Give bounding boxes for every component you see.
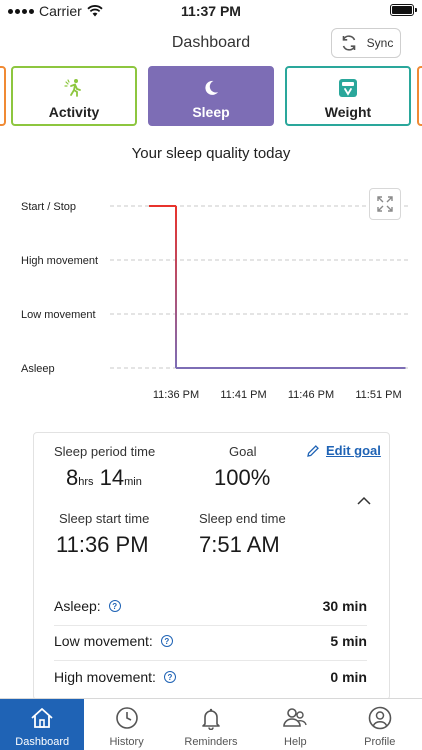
sleep-period-value: 8hrs 14min [66, 465, 142, 491]
tab-activity[interactable]: Activity [11, 66, 137, 126]
info-icon[interactable]: ? [108, 600, 121, 612]
tab-help[interactable]: Help [253, 699, 337, 750]
edit-goal-label: Edit goal [326, 443, 381, 458]
category-tabs: Activity Sleep Weight [0, 66, 422, 128]
sync-button[interactable]: Sync [331, 28, 401, 58]
sleep-start-value: 11:36 PM [56, 532, 149, 557]
expand-chart-button[interactable] [369, 188, 401, 220]
tab-reminders[interactable]: Reminders [169, 699, 253, 750]
sleep-period-label: Sleep period time [54, 444, 156, 459]
goal-label: Goal [229, 444, 257, 459]
low-movement-value: 5 min [330, 633, 367, 649]
high-movement-value: 0 min [330, 669, 367, 685]
y-tick-label: High movement [21, 255, 98, 267]
tab-profile-label: Profile [364, 736, 396, 748]
minutes-unit: min [124, 476, 142, 488]
tab-peek-left[interactable] [0, 66, 6, 126]
asleep-label: Asleep: [54, 598, 101, 614]
running-figure-icon [64, 79, 81, 97]
tab-activity-label: Activity [48, 104, 100, 120]
bottom-tab-bar: Dashboard History Reminders Help Profile [0, 698, 422, 750]
high-movement-row: High movement:? 0 min [54, 665, 367, 689]
tab-history-label: History [109, 736, 144, 748]
divider [54, 625, 367, 626]
x-tick-label: 11:46 PM [288, 389, 334, 401]
scale-icon [339, 79, 357, 97]
hours-unit: hrs [78, 476, 94, 488]
tab-peek-right[interactable] [417, 66, 422, 126]
tab-dashboard[interactable]: Dashboard [0, 699, 85, 750]
tab-profile[interactable]: Profile [338, 699, 422, 750]
goal-value: 100% [214, 465, 271, 490]
expand-icon [377, 196, 393, 212]
sleep-end-label: Sleep end time [199, 511, 286, 526]
bell-icon [202, 708, 220, 730]
x-tick-label: 11:51 PM [355, 389, 401, 401]
help-people-icon [283, 708, 308, 727]
tab-weight[interactable]: Weight [285, 66, 411, 126]
moon-icon [205, 80, 218, 95]
profile-icon [368, 706, 392, 730]
y-tick-label: Asleep [21, 363, 55, 375]
low-movement-row: Low movement:? 5 min [54, 629, 367, 653]
tab-history[interactable]: History [84, 699, 168, 750]
battery-icon [390, 4, 417, 16]
sleep-start-label: Sleep start time [59, 511, 150, 526]
sync-icon [342, 35, 355, 51]
divider [54, 660, 367, 661]
tab-weight-label: Weight [324, 104, 372, 120]
y-tick-label: Low movement [21, 309, 96, 321]
chart-heading: Your sleep quality today [131, 145, 291, 162]
sleep-summary-card: Sleep period time 8hrs 14min Goal 100% E… [33, 432, 390, 700]
sleep-period-hours: 8 [66, 465, 79, 490]
pencil-icon [307, 444, 319, 457]
chevron-up-icon [357, 496, 371, 505]
low-movement-label: Low movement: [54, 633, 153, 649]
tab-dashboard-label: Dashboard [15, 736, 70, 748]
edit-goal-link[interactable]: Edit goal [306, 443, 381, 458]
clock-icon [115, 707, 138, 729]
sleep-end-value: 7:51 AM [199, 532, 280, 557]
y-tick-label: Start / Stop [21, 201, 76, 213]
sync-label: Sync [366, 36, 394, 50]
sleep-quality-chart: Start / Stop High movement Low movement Asl… [21, 201, 410, 401]
info-icon[interactable]: ? [163, 671, 176, 683]
status-bar: Carrier 11:37 PM [0, 0, 422, 22]
asleep-value: 30 min [322, 598, 367, 614]
info-icon[interactable]: ? [160, 635, 173, 647]
tab-sleep[interactable]: Sleep [148, 66, 274, 126]
tab-sleep-label: Sleep [192, 104, 230, 120]
asleep-row: Asleep:? 30 min [54, 594, 367, 618]
high-movement-label: High movement: [54, 669, 156, 685]
status-time: 11:37 PM [181, 3, 241, 19]
x-tick-label: 11:41 PM [220, 389, 266, 401]
x-tick-label: 11:36 PM [153, 389, 199, 401]
home-icon [31, 708, 53, 728]
sleep-period-minutes: 14 [99, 465, 125, 490]
collapse-button[interactable] [356, 493, 372, 511]
tab-reminders-label: Reminders [184, 736, 238, 748]
tab-help-label: Help [284, 736, 307, 748]
